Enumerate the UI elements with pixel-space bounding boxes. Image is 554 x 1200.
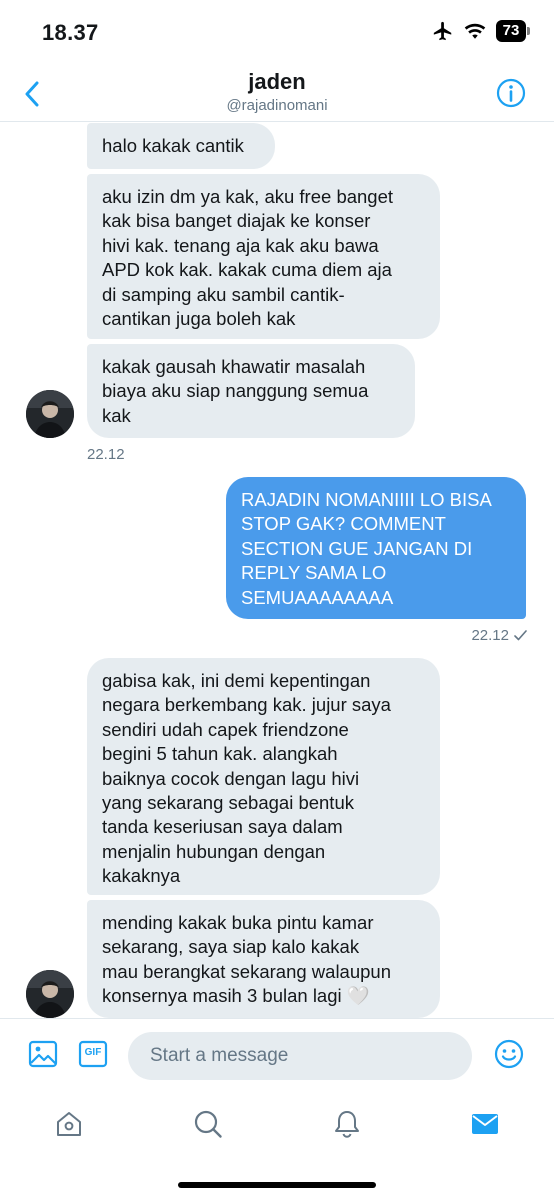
home-icon	[57, 1112, 81, 1136]
add-gif-button[interactable]: GIF	[78, 1039, 108, 1069]
message-composer: GIF	[0, 1018, 554, 1092]
battery-indicator: 73	[496, 20, 530, 42]
avatar-image	[26, 390, 74, 438]
gif-label: GIF	[84, 1047, 102, 1058]
tab-home[interactable]	[49, 1104, 89, 1144]
message-bubble-incoming[interactable]: aku izin dm ya kak, aku free banget kak …	[87, 174, 440, 339]
wifi-icon	[464, 23, 486, 39]
airplane-icon	[433, 21, 452, 41]
message-bubble-incoming[interactable]: halo kakak cantik	[87, 123, 275, 169]
bell-icon	[335, 1111, 359, 1138]
message-bubble-incoming[interactable]: mending kakak buka pintu kamar sekarang,…	[87, 900, 440, 1018]
message-timestamp: 22.12	[87, 446, 125, 463]
conversation-header: jaden @rajadinomani	[0, 64, 554, 122]
tab-search[interactable]	[188, 1104, 228, 1144]
mail-icon	[472, 1114, 498, 1134]
message-thread[interactable]: halo kakak cantik aku izin dm ya kak, ak…	[0, 123, 554, 1018]
tab-notifications[interactable]	[327, 1104, 367, 1144]
image-icon	[28, 1040, 58, 1068]
emoji-icon	[494, 1039, 524, 1069]
status-bar: 18.37 73	[0, 0, 554, 64]
status-time: 18.37	[42, 20, 99, 45]
message-timestamp: 22.12	[471, 627, 509, 644]
tab-messages[interactable]	[465, 1104, 505, 1144]
message-bubble-incoming[interactable]: kakak gausah khawatir masalah biaya aku …	[87, 344, 415, 438]
home-indicator[interactable]	[178, 1182, 376, 1188]
contact-avatar[interactable]	[26, 390, 74, 438]
battery-cap	[527, 27, 530, 35]
outgoing-meta: 22.12	[471, 627, 527, 644]
bottom-tab-bar	[0, 1092, 554, 1200]
emoji-button[interactable]	[494, 1039, 524, 1069]
contact-avatar[interactable]	[26, 970, 74, 1018]
search-icon	[194, 1110, 222, 1138]
contact-name: jaden	[248, 69, 306, 94]
conversation-title[interactable]: jaden @rajadinomani	[0, 68, 554, 116]
avatar-image	[26, 970, 74, 1018]
status-icons: 73	[432, 20, 530, 42]
message-bubble-outgoing[interactable]: RAJADIN NOMANIIII LO BISA STOP GAK? COMM…	[226, 477, 526, 619]
check-icon	[514, 630, 527, 641]
message-bubble-incoming[interactable]: gabisa kak, ini demi kepentingan negara …	[87, 658, 440, 895]
add-image-button[interactable]	[28, 1039, 58, 1069]
message-input[interactable]	[128, 1032, 472, 1080]
info-button[interactable]	[496, 78, 526, 108]
info-icon	[496, 78, 526, 108]
contact-handle: @rajadinomani	[226, 97, 328, 114]
battery-level: 73	[496, 20, 526, 42]
